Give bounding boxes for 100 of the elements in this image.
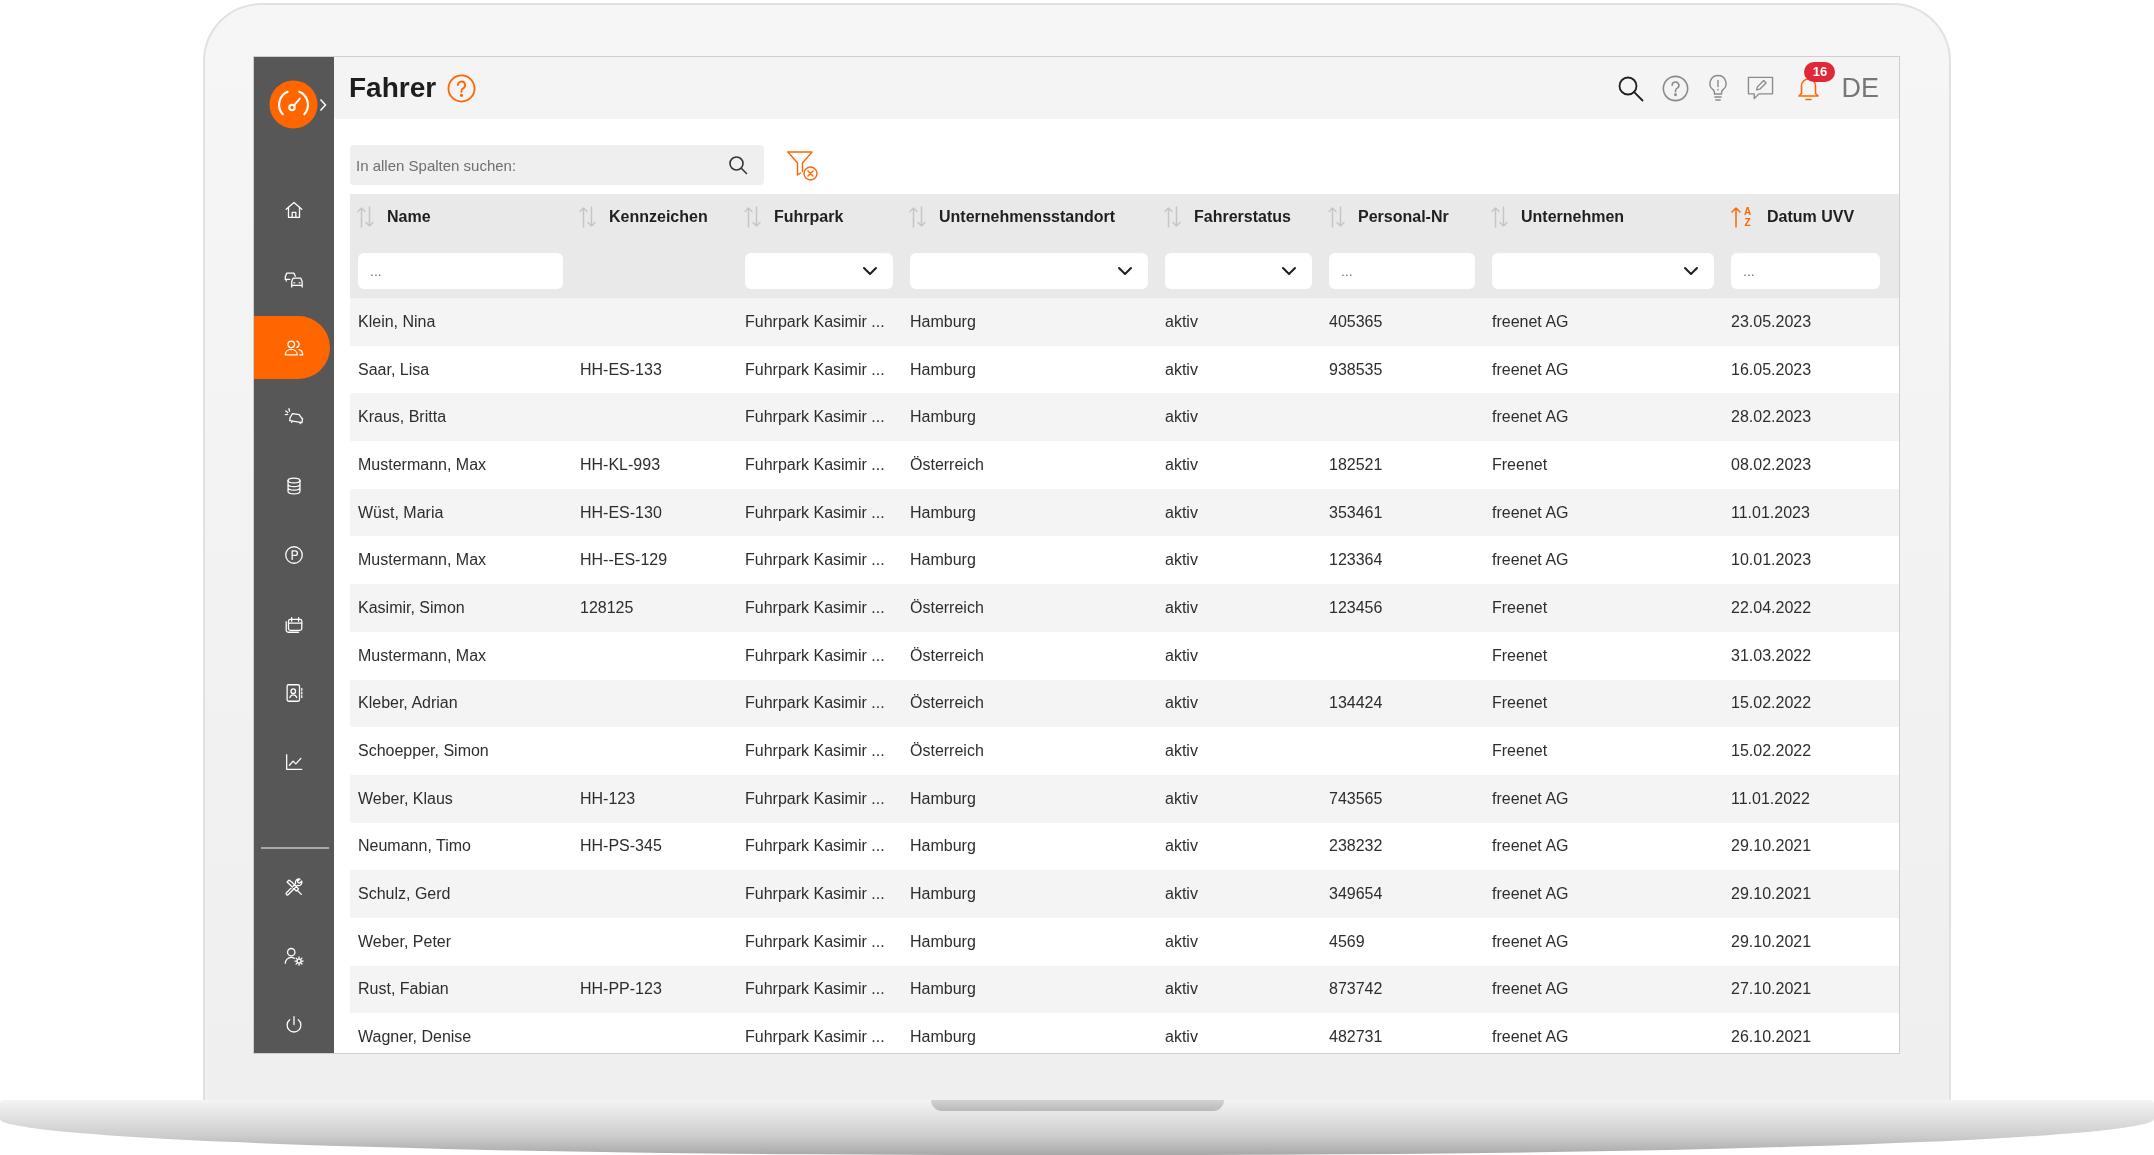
table-cell: 15.02.2022 — [1731, 742, 1812, 761]
sort-icon[interactable] — [1491, 206, 1508, 228]
table-cell: Kasimir, Simon — [358, 598, 465, 617]
table-cell: Weber, Peter — [358, 932, 452, 951]
table-cell: Fuhrpark Kasimir ... — [745, 646, 885, 665]
table-cell: Fuhrpark Kasimir ... — [745, 312, 885, 331]
table-cell: Österreich — [910, 694, 984, 713]
table-cell: 16.05.2023 — [1731, 360, 1812, 379]
table-cell: 353461 — [1329, 503, 1383, 522]
table-cell: 938535 — [1329, 360, 1383, 379]
table-cell: HH-ES-133 — [580, 360, 662, 379]
table-cell: Schoepper, Simon — [358, 742, 489, 761]
help-icon[interactable] — [1662, 74, 1690, 102]
filter-clear-icon[interactable] — [786, 148, 819, 182]
table-cell: 15.02.2022 — [1731, 694, 1812, 713]
parking-icon — [283, 543, 305, 566]
table-cell: Hamburg — [910, 789, 976, 808]
table-cell: Hamburg — [910, 837, 976, 856]
notification-badge: 16 — [1804, 61, 1836, 82]
filter-field[interactable]: ... — [358, 253, 563, 289]
table-cell: aktiv — [1165, 360, 1198, 379]
table-cell: freenet AG — [1492, 885, 1569, 904]
table-cell: Rust, Fabian — [358, 980, 449, 999]
filter-field[interactable]: ... — [1329, 253, 1475, 289]
table-cell: Hamburg — [910, 312, 976, 331]
column-header: Datum UVV — [1767, 208, 1855, 226]
table-cell: Mustermann, Max — [358, 455, 487, 474]
table-cell: freenet AG — [1492, 312, 1569, 331]
table-cell: Mustermann, Max — [358, 551, 487, 570]
table-cell: 349654 — [1329, 885, 1383, 904]
table-cell: Fuhrpark Kasimir ... — [745, 837, 885, 856]
table-cell: HH-PP-123 — [580, 980, 662, 999]
table-cell: freenet AG — [1492, 837, 1569, 856]
table-cell: 123364 — [1329, 551, 1383, 570]
chevron-right-icon[interactable] — [319, 97, 327, 112]
table-cell: Mustermann, Max — [358, 646, 487, 665]
table-cell: 10.01.2023 — [1731, 551, 1812, 570]
table-cell: aktiv — [1165, 694, 1198, 713]
table-cell: aktiv — [1165, 646, 1198, 665]
sort-icon[interactable] — [744, 206, 761, 228]
column-header: Unternehmensstandort — [939, 208, 1116, 226]
table-cell: Neumann, Timo — [358, 837, 471, 856]
table-cell: Saar, Lisa — [358, 360, 430, 379]
language-selector[interactable]: DE — [1841, 72, 1879, 104]
table-cell: Kleber, Adrian — [358, 694, 458, 713]
lightbulb-icon[interactable] — [1707, 74, 1730, 102]
table-cell: Hamburg — [910, 885, 976, 904]
table-cell: freenet AG — [1492, 551, 1569, 570]
table-cell: Fuhrpark Kasimir ... — [745, 932, 885, 951]
gauge-logo-icon[interactable] — [269, 80, 318, 129]
search-field[interactable]: In allen Spalten suchen: — [350, 145, 764, 185]
sort-icon[interactable] — [579, 206, 596, 228]
search-icon[interactable] — [1617, 74, 1645, 102]
column-header: Kennzeichen — [609, 208, 708, 226]
table-cell: 29.10.2021 — [1731, 885, 1812, 904]
table-cell: 123456 — [1329, 598, 1383, 617]
sort-icon[interactable] — [1328, 206, 1345, 228]
search-icon[interactable] — [728, 155, 748, 175]
table-cell: Fuhrpark Kasimir ... — [745, 360, 885, 379]
help-icon[interactable] — [447, 73, 477, 103]
sort-icon[interactable] — [357, 206, 374, 228]
table-cell: Hamburg — [910, 551, 976, 570]
table-cell: freenet AG — [1492, 408, 1569, 427]
table-cell: freenet AG — [1492, 1028, 1569, 1047]
table-cell: freenet AG — [1492, 932, 1569, 951]
table-cell: Kraus, Britta — [358, 408, 447, 427]
table-cell: Freenet — [1492, 694, 1548, 713]
table-cell: freenet AG — [1492, 503, 1569, 522]
table-cell: Fuhrpark Kasimir ... — [745, 1028, 885, 1047]
table-cell: 31.03.2022 — [1731, 646, 1812, 665]
sidebar-item[interactable] — [254, 316, 330, 379]
sort-icon[interactable] — [1164, 206, 1181, 228]
table-cell: aktiv — [1165, 980, 1198, 999]
table-cell: Fuhrpark Kasimir ... — [745, 598, 885, 617]
table-cell: aktiv — [1165, 598, 1198, 617]
filter-field[interactable]: ... — [1731, 253, 1880, 289]
column-header: Name — [387, 208, 431, 226]
column-header: Fahrerstatus — [1194, 208, 1291, 226]
table-cell: 23.05.2023 — [1731, 312, 1812, 331]
table-cell: Fuhrpark Kasimir ... — [745, 742, 885, 761]
table-cell: Hamburg — [910, 503, 976, 522]
table-cell: HH-PS-345 — [580, 837, 662, 856]
table-cell: 182521 — [1329, 455, 1383, 474]
table-cell: HH--ES-129 — [580, 551, 668, 570]
table-cell: Klein, Nina — [358, 312, 436, 331]
table-cell: Fuhrpark Kasimir ... — [745, 455, 885, 474]
table-cell: Wagner, Denise — [358, 1028, 472, 1047]
table-cell: Österreich — [910, 646, 984, 665]
table-cell: Fuhrpark Kasimir ... — [745, 694, 885, 713]
feedback-icon[interactable] — [1747, 74, 1775, 102]
table-cell: 29.10.2021 — [1731, 932, 1812, 951]
table-cell: freenet AG — [1492, 980, 1569, 999]
table-cell: Freenet — [1492, 598, 1548, 617]
table-cell: Freenet — [1492, 742, 1548, 761]
table-cell: aktiv — [1165, 1028, 1198, 1047]
sort-icon[interactable] — [909, 206, 926, 228]
table-cell: Fuhrpark Kasimir ... — [745, 503, 885, 522]
table-cell: aktiv — [1165, 455, 1198, 474]
table-cell: Hamburg — [910, 1028, 976, 1047]
table-cell: Hamburg — [910, 408, 976, 427]
